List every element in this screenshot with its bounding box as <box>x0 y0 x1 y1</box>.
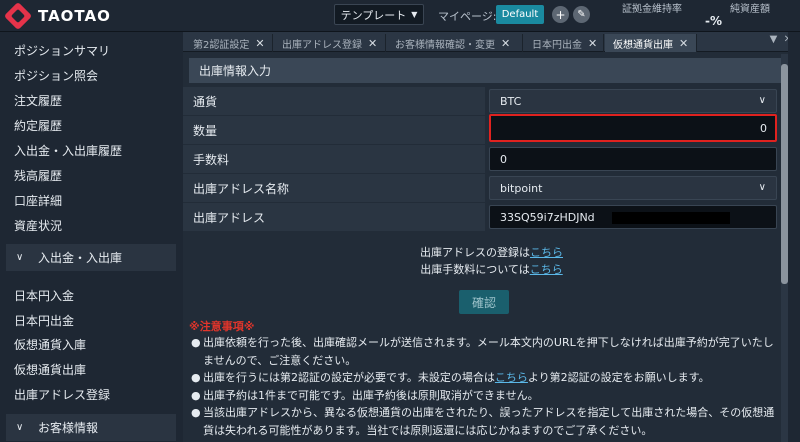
notice-text: 当該出庫アドレスから、異なる仮想通貨の出庫をされたり、誤ったアドレスを指定して出… <box>203 406 775 437</box>
sidebar-item-deposit-history[interactable]: 入出金・入出庫履歴 <box>14 142 122 159</box>
sidebar-section-deposit[interactable]: ∨ 入出金・入出庫 <box>6 244 176 271</box>
tab-2fa-settings[interactable]: 第2認証設定 ✕ <box>185 34 273 52</box>
sidebar-item-position-summary[interactable]: ポジションサマリ <box>14 42 110 59</box>
close-icon[interactable]: ✕ <box>588 37 597 50</box>
chevron-down-icon: ∨ <box>16 252 24 263</box>
sidebar-item-jpy-withdrawal[interactable]: 日本円出金 <box>14 312 74 329</box>
address-label: 出庫アドレス <box>183 203 485 231</box>
tab-label: お客様情報確認・変更 <box>395 39 495 51</box>
address-name-label: 出庫アドレス名称 <box>183 174 485 202</box>
tab-label: 仮想通貨出庫 <box>613 39 673 51</box>
quantity-value: 0 <box>760 121 767 135</box>
sidebar: ポジションサマリ ポジション照会 注文履歴 約定履歴 入出金・入出庫履歴 残高履… <box>0 32 183 442</box>
sidebar-item-order-history[interactable]: 注文履歴 <box>14 92 62 109</box>
tab-crypto-withdrawal[interactable]: 仮想通貨出庫 ✕ <box>605 34 697 52</box>
notice-title: ※注意事項※ <box>189 320 255 333</box>
tab-bar: 第2認証設定 ✕ 出庫アドレス登録 ✕ お客様情報確認・変更 ✕ 日本円出金 ✕ 仮想通… <box>183 32 800 52</box>
currency-value: BTC <box>500 94 522 108</box>
sidebar-item-balance-history[interactable]: 残高履歴 <box>14 167 62 184</box>
fee-link-prefix: 出庫手数料については <box>420 263 530 276</box>
close-icon[interactable]: ✕ <box>679 37 688 50</box>
fee-value: 0 <box>500 152 507 166</box>
register-link-prefix: 出庫アドレスの登録は <box>420 246 530 259</box>
sidebar-item-crypto-deposit[interactable]: 仮想通貨入庫 <box>14 336 86 353</box>
notice-item: ● 出庫依頼を行った後、出庫確認メールが送信されます。メール本文内のURLを押下… <box>189 334 781 370</box>
notice-text: 出庫依頼を行った後、出庫確認メールが送信されます。メール本文内のURLを押下しな… <box>203 336 774 367</box>
right-edge-panel <box>788 32 800 442</box>
address-name-select[interactable]: bitpoint ∨ <box>489 176 777 200</box>
close-icon[interactable]: ✕ <box>501 37 510 50</box>
register-address-link[interactable]: こちら <box>530 246 563 259</box>
fee-info-link[interactable]: こちら <box>530 263 563 276</box>
logo-icon <box>3 1 33 31</box>
close-icon[interactable]: ✕ <box>368 37 377 50</box>
chevron-down-icon: ∨ <box>758 95 766 106</box>
default-page-button[interactable]: Default <box>496 5 544 24</box>
template-select[interactable]: テンプレート ▼ <box>334 4 424 25</box>
sidebar-section-label: 入出金・入出庫 <box>38 251 123 265</box>
2fa-settings-link[interactable]: こちら <box>495 371 528 384</box>
sidebar-item-position-inquiry[interactable]: ポジション照会 <box>14 67 98 84</box>
chevron-down-icon: ∨ <box>758 182 766 193</box>
address-value: 33SQ59i7zHDJNd <box>500 210 595 224</box>
edit-icon[interactable]: ✎ <box>573 6 590 23</box>
top-bar: TAOTAO テンプレート ▼ マイページ: Default + ✎ 証拠金維持… <box>0 0 800 32</box>
notice-text: 出庫予約は1件まで可能です。出庫予約後は原則取消ができません。 <box>203 389 539 402</box>
sidebar-item-address-registration[interactable]: 出庫アドレス登録 <box>14 386 110 403</box>
margin-ratio-value: -% <box>705 14 723 28</box>
logo-text: TAOTAO <box>38 7 111 25</box>
quantity-input[interactable]: 0 <box>489 114 777 142</box>
sidebar-item-jpy-deposit[interactable]: 日本円入金 <box>14 287 74 304</box>
notice-item: ● 当該出庫アドレスから、異なる仮想通貨の出庫をされたり、誤ったアドレスを指定し… <box>189 404 781 440</box>
notice-item: ● 出庫を行うには第2認証の設定が必要です。未設定の場合はこちらより第2認証の設… <box>189 369 781 387</box>
tab-label: 第2認証設定 <box>193 39 250 51</box>
scrollbar-thumb[interactable] <box>781 64 788 284</box>
notice-text: より第2認証の設定をお願いします。 <box>527 371 710 384</box>
tab-customer-info[interactable]: お客様情報確認・変更 ✕ <box>387 34 523 52</box>
sidebar-item-account-details[interactable]: 口座詳細 <box>14 192 62 209</box>
bullet-icon: ● <box>191 336 201 349</box>
logo[interactable]: TAOTAO <box>3 1 111 31</box>
plus-icon[interactable]: + <box>552 6 569 23</box>
currency-select[interactable]: BTC ∨ <box>489 89 777 113</box>
notice-item: ● 出庫予約は1件まで可能です。出庫予約後は原則取消ができません。 <box>189 387 781 405</box>
notice-text: 出庫を行うには第2認証の設定が必要です。未設定の場合は <box>203 371 495 384</box>
redaction-mask <box>612 212 730 224</box>
chevron-down-icon: ▼ <box>411 10 418 19</box>
currency-label: 通貨 <box>183 87 485 115</box>
address-field: 33SQ59i7zHDJNd <box>489 205 777 229</box>
bullet-icon: ● <box>191 371 201 384</box>
mypage-label: マイページ: <box>438 10 497 23</box>
address-name-value: bitpoint <box>500 181 543 195</box>
tab-jpy-withdrawal[interactable]: 日本円出金 ✕ <box>524 34 604 52</box>
main-panel: 第2認証設定 ✕ 出庫アドレス登録 ✕ お客様情報確認・変更 ✕ 日本円出金 ✕ 仮想通… <box>183 32 800 442</box>
tab-label: 日本円出金 <box>532 39 582 51</box>
close-icon[interactable]: ✕ <box>255 37 264 50</box>
sidebar-item-crypto-withdrawal[interactable]: 仮想通貨出庫 <box>14 361 86 378</box>
template-select-label: テンプレート <box>340 8 407 22</box>
fee-label: 手数料 <box>183 145 485 173</box>
register-link-line: 出庫アドレスの登録はこちら <box>183 244 800 260</box>
quantity-label: 数量 <box>183 116 485 144</box>
bullet-icon: ● <box>191 406 201 419</box>
confirm-button[interactable]: 確認 <box>459 290 509 314</box>
sidebar-section-customer[interactable]: ∨ お客様情報 <box>6 414 176 441</box>
scrollbar[interactable] <box>781 54 788 442</box>
sidebar-section-label: お客様情報 <box>38 421 99 435</box>
sidebar-item-execution-history[interactable]: 約定履歴 <box>14 117 62 134</box>
section-header: 出庫情報入力 <box>189 58 781 83</box>
net-assets-label: 純資産額 <box>730 4 770 15</box>
chevron-down-icon: ∨ <box>16 422 24 433</box>
tab-address-registration[interactable]: 出庫アドレス登録 ✕ <box>274 34 386 52</box>
sidebar-item-asset-status[interactable]: 資産状況 <box>14 217 62 234</box>
fee-field: 0 <box>489 147 777 171</box>
bullet-icon: ● <box>191 389 201 402</box>
tab-label: 出庫アドレス登録 <box>282 39 362 51</box>
margin-ratio-label: 証拠金維持率 <box>622 4 682 15</box>
fee-link-line: 出庫手数料についてはこちら <box>183 261 800 277</box>
